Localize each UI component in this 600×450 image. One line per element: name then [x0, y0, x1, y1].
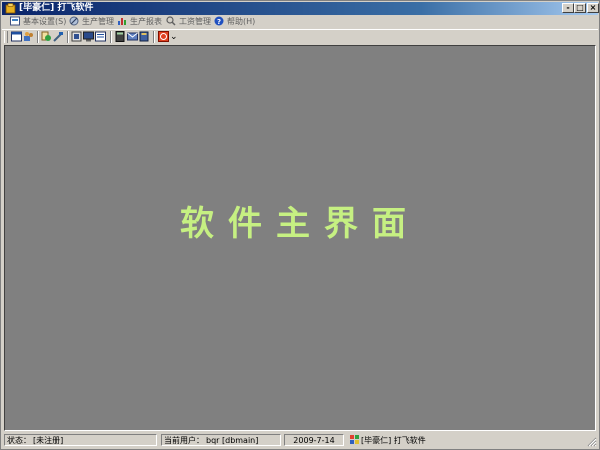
monitor-icon[interactable]	[83, 31, 94, 42]
tools-icon[interactable]	[53, 31, 64, 42]
menu-shortcut: (H)	[243, 17, 256, 26]
status-app-title: [毕豪仁] 打飞软件	[361, 436, 426, 445]
status-user-label: 当前用户：	[164, 436, 204, 445]
list-icon[interactable]	[95, 31, 106, 42]
status-user-value: bqr [dbmain]	[206, 436, 259, 445]
app-small-icon	[350, 435, 359, 444]
toolbar-dropdown-arrow[interactable]: ⌄	[170, 30, 178, 44]
main-heading: 软件主界面	[180, 204, 420, 244]
main-area: 软件主界面	[4, 45, 596, 431]
maximize-button[interactable]: □	[574, 3, 586, 13]
salary-icon	[166, 15, 176, 26]
menu-shortcut: (S)	[55, 17, 67, 26]
toolbar-grip[interactable]	[4, 31, 8, 43]
user-edit-icon[interactable]	[41, 31, 52, 42]
status-bar: 状态： [未注册] 当前用户： bqr [dbmain] 2009-7-14 [毕豪…	[2, 433, 598, 448]
toolbar-separator	[110, 31, 112, 43]
minimize-button[interactable]: -	[562, 3, 574, 13]
menu-production[interactable]: 生产管理	[69, 15, 114, 29]
title-bar[interactable]: [毕豪仁] 打飞软件 - □ ×	[2, 2, 599, 15]
calculator-icon[interactable]	[115, 31, 126, 42]
menu-basic-settings[interactable]: 基本设置(S)	[10, 15, 66, 29]
app-window: [毕豪仁] 打飞软件 - □ × 基本设置(S) 生产管理 生产报表 工资管理 …	[0, 0, 600, 450]
power-icon[interactable]	[158, 31, 169, 42]
status-state-panel: 状态： [未注册]	[4, 434, 157, 446]
status-date: 2009-7-14	[293, 436, 335, 445]
book-icon[interactable]	[139, 31, 150, 42]
report-icon	[118, 17, 126, 25]
form-icon[interactable]	[71, 31, 82, 42]
toolbar-separator	[67, 31, 69, 43]
menu-label: 工资管理	[179, 17, 211, 26]
menu-label: 基本设置	[23, 17, 55, 26]
users-icon[interactable]	[23, 31, 34, 42]
svg-text:?: ?	[217, 18, 221, 26]
help-icon: ?	[214, 16, 224, 26]
window-title: [毕豪仁] 打飞软件	[19, 3, 94, 13]
menu-production-report[interactable]: 生产报表	[117, 15, 162, 29]
status-user-panel: 当前用户： bqr [dbmain]	[161, 434, 281, 446]
close-button[interactable]: ×	[587, 3, 599, 13]
production-icon	[69, 16, 79, 25]
menu-help[interactable]: ? 帮助(H)	[214, 15, 255, 29]
toolbar-separator	[37, 31, 39, 43]
menu-label: 帮助	[227, 17, 243, 26]
app-icon	[5, 3, 16, 14]
mail-icon[interactable]	[127, 31, 138, 42]
menu-label: 生产报表	[130, 17, 162, 26]
menu-salary[interactable]: 工资管理	[166, 15, 211, 29]
new-window-icon[interactable]	[11, 31, 22, 42]
status-app-panel: [毕豪仁] 打飞软件	[347, 434, 587, 446]
menu-bar: 基本设置(S) 生产管理 生产报表 工资管理 ? 帮助(H)	[2, 15, 598, 30]
status-state-label: 状态：	[7, 436, 31, 445]
toolbar-separator	[153, 31, 155, 43]
resize-grip-icon[interactable]	[587, 437, 597, 447]
settings-icon	[10, 16, 20, 25]
menu-label: 生产管理	[82, 17, 114, 26]
status-date-panel: 2009-7-14	[284, 434, 344, 446]
toolbar: ⌄	[2, 30, 598, 44]
status-state-value: [未注册]	[33, 436, 64, 445]
